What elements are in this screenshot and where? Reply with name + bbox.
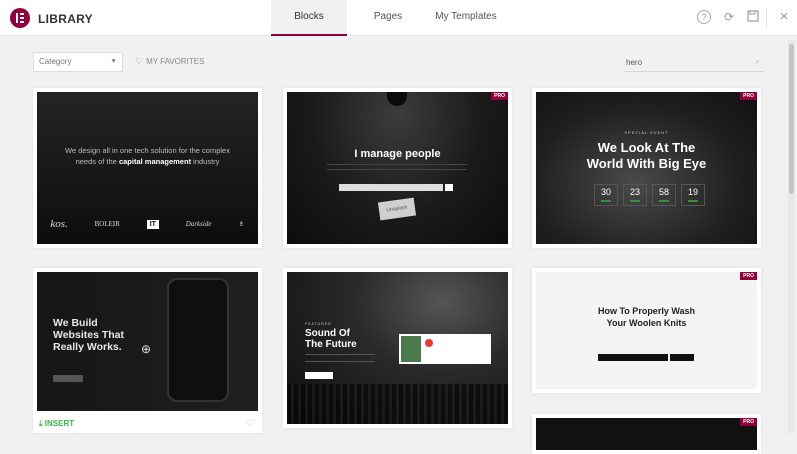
download-icon: ⤓ [39, 419, 43, 428]
search-icon: ⌕ [754, 56, 760, 66]
header-divider [766, 8, 767, 28]
template-preview: We design all in one tech solution for t… [37, 92, 258, 244]
template-card[interactable]: PRO [532, 414, 761, 454]
music-player [399, 334, 491, 364]
library-header: LIBRARY Blocks Pages My Templates ? ⟳ × [0, 0, 797, 36]
close-icon[interactable]: × [777, 9, 791, 24]
template-preview: I manage people Unsplash [287, 92, 508, 244]
template-card[interactable]: How To Properly Wash Your Woolen Knits PR… [532, 268, 761, 393]
scrollbar-thumb[interactable] [789, 44, 794, 194]
template-card[interactable]: We design all in one tech solution for t… [33, 88, 262, 248]
card-actions: ⤓ INSERT ♡ [33, 415, 262, 433]
search-input[interactable] [624, 53, 744, 72]
client-logos: kos. BOLEIR IT Darkside ♗ [50, 218, 245, 230]
heart-icon: ♡ [135, 56, 144, 66]
template-card[interactable]: FEATURED Sound Of The Future [283, 268, 512, 428]
template-preview: FEATURED Sound Of The Future [287, 272, 508, 424]
my-favorites-filter[interactable]: ♡ MY FAVORITES [135, 56, 204, 67]
favorite-heart-icon[interactable]: ♡ [246, 418, 254, 429]
save-icon[interactable] [746, 10, 760, 24]
template-preview: SPECIAL EVENT We Look At The World With B… [536, 92, 757, 244]
template-card-hovered[interactable]: We Build Websites That Really Works. ⊕ ⤓ I… [33, 268, 262, 433]
pro-badge: PRO [491, 92, 508, 100]
template-card[interactable]: I manage people Unsplash PRO [283, 88, 512, 248]
scrollbar[interactable] [788, 40, 795, 433]
zoom-preview-icon[interactable]: ⊕ [141, 342, 151, 356]
sync-icon[interactable]: ⟳ [722, 10, 736, 24]
search-field: ⌕ [624, 52, 764, 72]
template-preview: How To Properly Wash Your Woolen Knits [536, 272, 757, 389]
tab-pages[interactable]: Pages [362, 0, 414, 36]
pro-badge: PRO [740, 272, 757, 280]
elementor-logo-icon [10, 8, 30, 28]
pro-badge: PRO [740, 418, 757, 426]
template-preview: We Build Websites That Really Works. ⊕ [37, 272, 258, 411]
category-select[interactable]: Category ▼ [33, 52, 123, 72]
pro-badge: PRO [740, 92, 757, 100]
template-card[interactable]: SPECIAL EVENT We Look At The World With B… [532, 88, 761, 248]
template-preview [536, 418, 757, 450]
tab-blocks[interactable]: Blocks [271, 0, 347, 36]
insert-button[interactable]: ⤓ INSERT [39, 419, 74, 429]
tab-my-templates[interactable]: My Templates [428, 0, 504, 36]
caret-down-icon: ▼ [110, 58, 117, 65]
countdown: 30 23 58 19 [594, 184, 710, 206]
library-title: LIBRARY [38, 12, 93, 26]
help-icon[interactable]: ? [697, 10, 711, 24]
